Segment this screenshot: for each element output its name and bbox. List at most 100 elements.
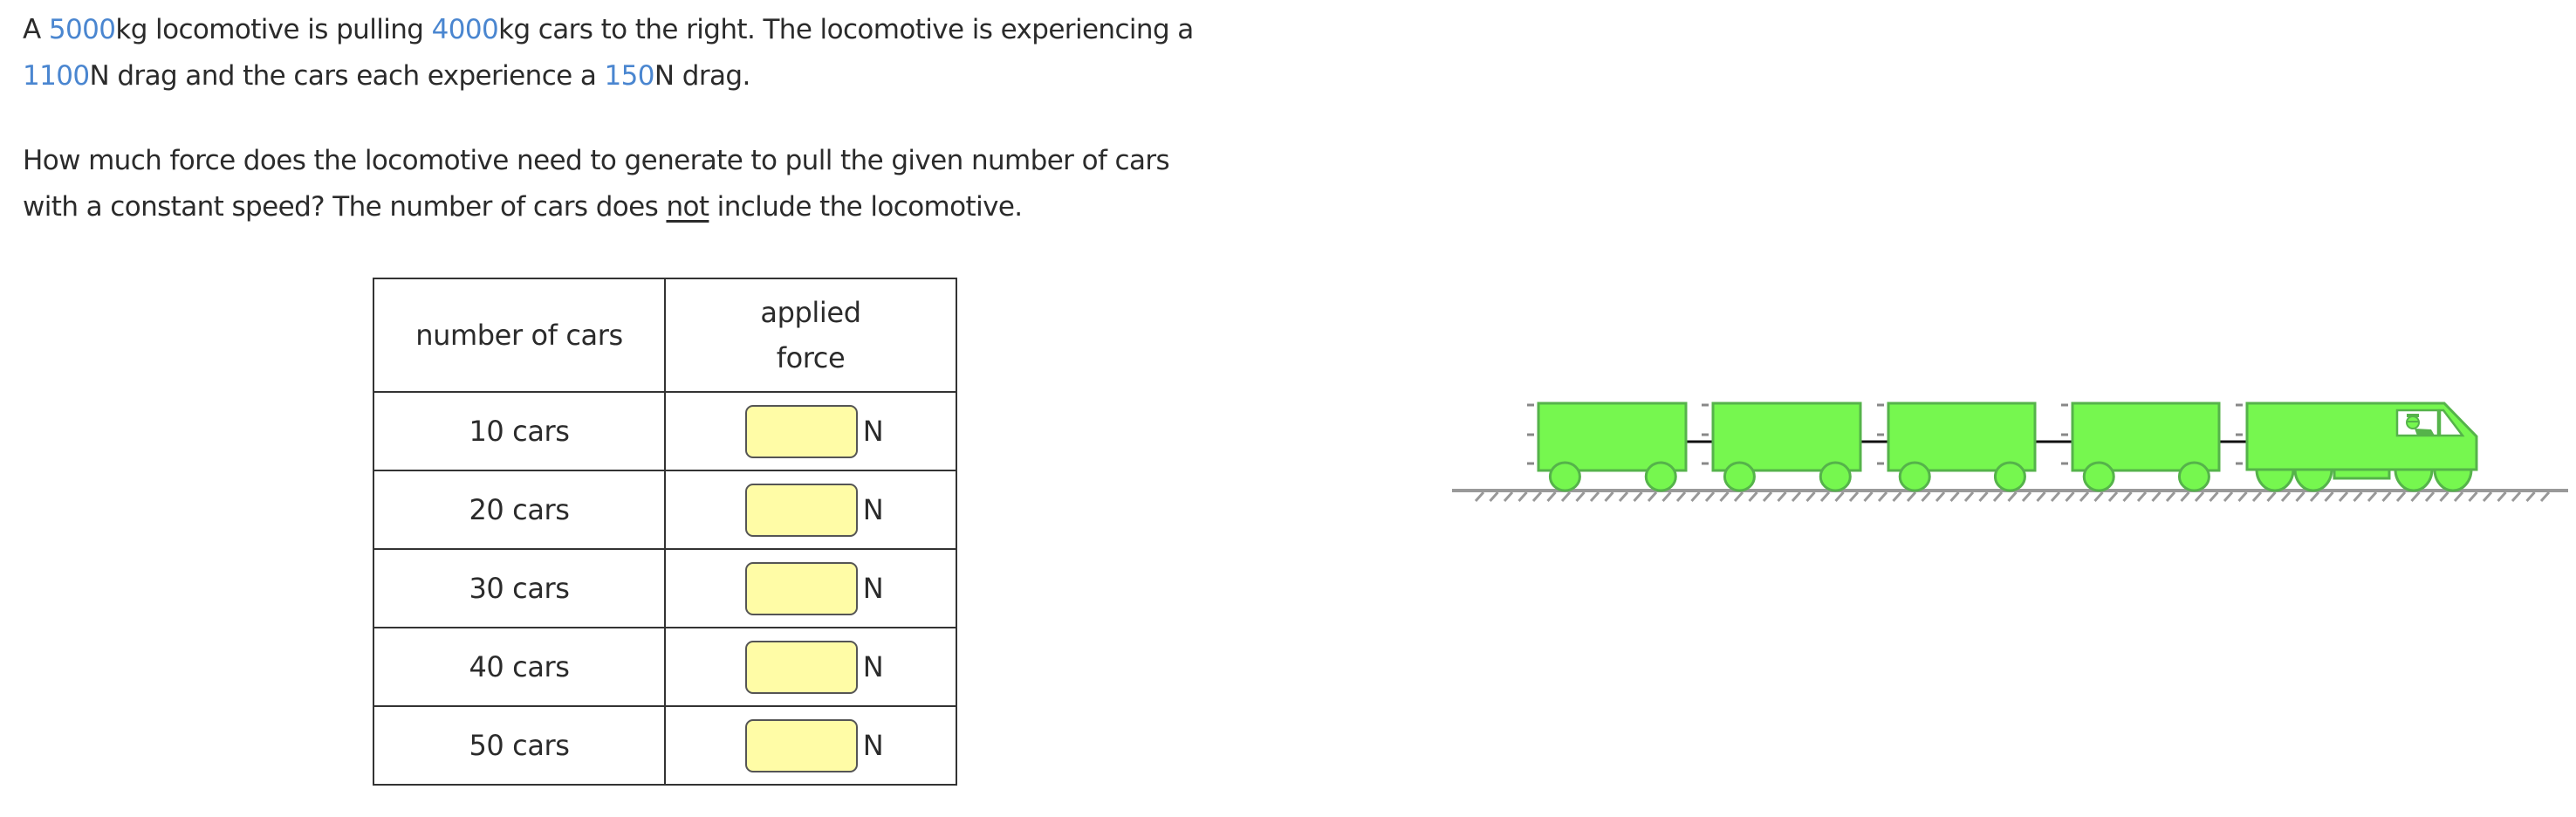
ground-hatch [1719,491,1730,503]
ground-hatch [1560,491,1572,503]
ground-hatch [1992,491,2004,503]
ground-hatch [2324,491,2334,503]
train-car [2071,402,2221,492]
train-car [1711,402,1862,492]
locomotive-wheel-icon [2293,468,2333,492]
wheel-icon [1993,461,2026,492]
ground-hatch [1503,491,1514,503]
ground-hatch [2007,491,2018,503]
ground-hatch [2151,491,2162,503]
ground-hatch [1661,491,1672,503]
ground-hatch [2511,491,2522,503]
ground-hatch [2237,491,2248,503]
car-body [2071,402,2221,472]
ground-hatch [1892,491,1902,503]
ground-hatch [2525,491,2536,503]
ground-hatch [1518,491,1528,503]
ground-hatch [2453,491,2464,503]
ground-hatch [1963,491,1975,503]
ground-hatch [1863,491,1874,503]
car-body [1887,402,2037,472]
ground-hatch [2180,491,2190,503]
wheel-icon [2177,461,2210,492]
locomotive-wheel-icon [2433,468,2473,492]
wheel-icon [1644,461,1677,492]
ground-hatch [2107,491,2119,503]
ground-hatch [2065,491,2075,503]
ground-hatch [2050,491,2061,503]
wheel-icon [1723,461,1756,492]
ground-hatch [2309,491,2320,503]
ground-hatch [1791,491,1802,503]
train-cars [1537,402,2221,492]
ground-hatch [2079,491,2090,503]
ground-hatch [1546,491,1557,503]
ground-hatch [2165,491,2176,503]
ground-hatch [1921,491,1931,503]
ground-hatch [1748,491,1758,503]
ground-hatch [1474,491,1485,503]
ground-hatch [2093,491,2104,503]
ground-hatch [2395,491,2407,503]
ground-hatch [1531,491,1543,503]
ground-hatch [1647,491,1658,503]
ground-hatch [2223,491,2234,503]
ground-hatch [2136,491,2148,503]
ground-hatch [2280,491,2292,503]
ground-hatch [1704,491,1716,503]
ground-hatch [2497,491,2507,503]
wheel-icon [2082,461,2115,492]
car-body [1711,402,1862,472]
ground-hatch [2424,491,2436,503]
wheel-icon [1819,461,1852,492]
ground-hatch [2439,491,2449,503]
ground-hatch [2036,491,2046,503]
ground-hatch [1834,491,1845,503]
ground-hatch [1675,491,1687,503]
wheel-icon [1898,461,1931,492]
ground-hatch [2209,491,2219,503]
ground-hatch [2539,491,2551,503]
ground-hatch [2295,491,2305,503]
car-body [1537,402,1688,472]
ground-hatch [1848,491,1860,503]
ground-hatch [1690,491,1701,503]
train-car [1887,402,2037,492]
locomotive-wheel-icon [2394,468,2434,492]
ground-hatch [2367,491,2378,503]
ground-hatch [1633,491,1643,503]
driver-cap [2407,414,2419,417]
train-illustration [1452,402,2568,503]
ground-hatch [1777,491,1787,503]
ground-hatch [1733,491,1744,503]
ground-hatch [1819,491,1831,503]
ground-track [1452,489,2568,503]
ground-hatch [1906,491,1917,503]
ground-hatch [2021,491,2032,503]
ground-hatch [2482,491,2493,503]
wheel-icon [1548,461,1581,492]
ground-hatch [2194,491,2205,503]
ground-hatch [1589,491,1600,503]
ground-hatch [1949,491,1960,503]
locomotive [2245,402,2478,492]
page: A 5000kg locomotive is pulling 4000kg ca… [0,0,2576,817]
ground-hatch [1618,491,1629,503]
ground-hatch [2353,491,2363,503]
ground-hatch [1762,491,1773,503]
ground-hatch [1877,491,1888,503]
locomotive-wheel-icon [2255,468,2295,492]
ground-hatch [1575,491,1586,503]
ground-hatch [1935,491,1946,503]
ground-hatch [2468,491,2478,503]
ground-hatch [1489,491,1499,503]
ground-hatch [1604,491,1614,503]
ground-hatch [2338,491,2349,503]
ground-hatch [2251,491,2263,503]
ground-hatch [1978,491,1989,503]
train-car [1537,402,1688,492]
ground-hatch [1805,491,1816,503]
ground-hatch [2266,491,2277,503]
ground-hatch [2381,491,2392,503]
ground-hatch [2122,491,2133,503]
